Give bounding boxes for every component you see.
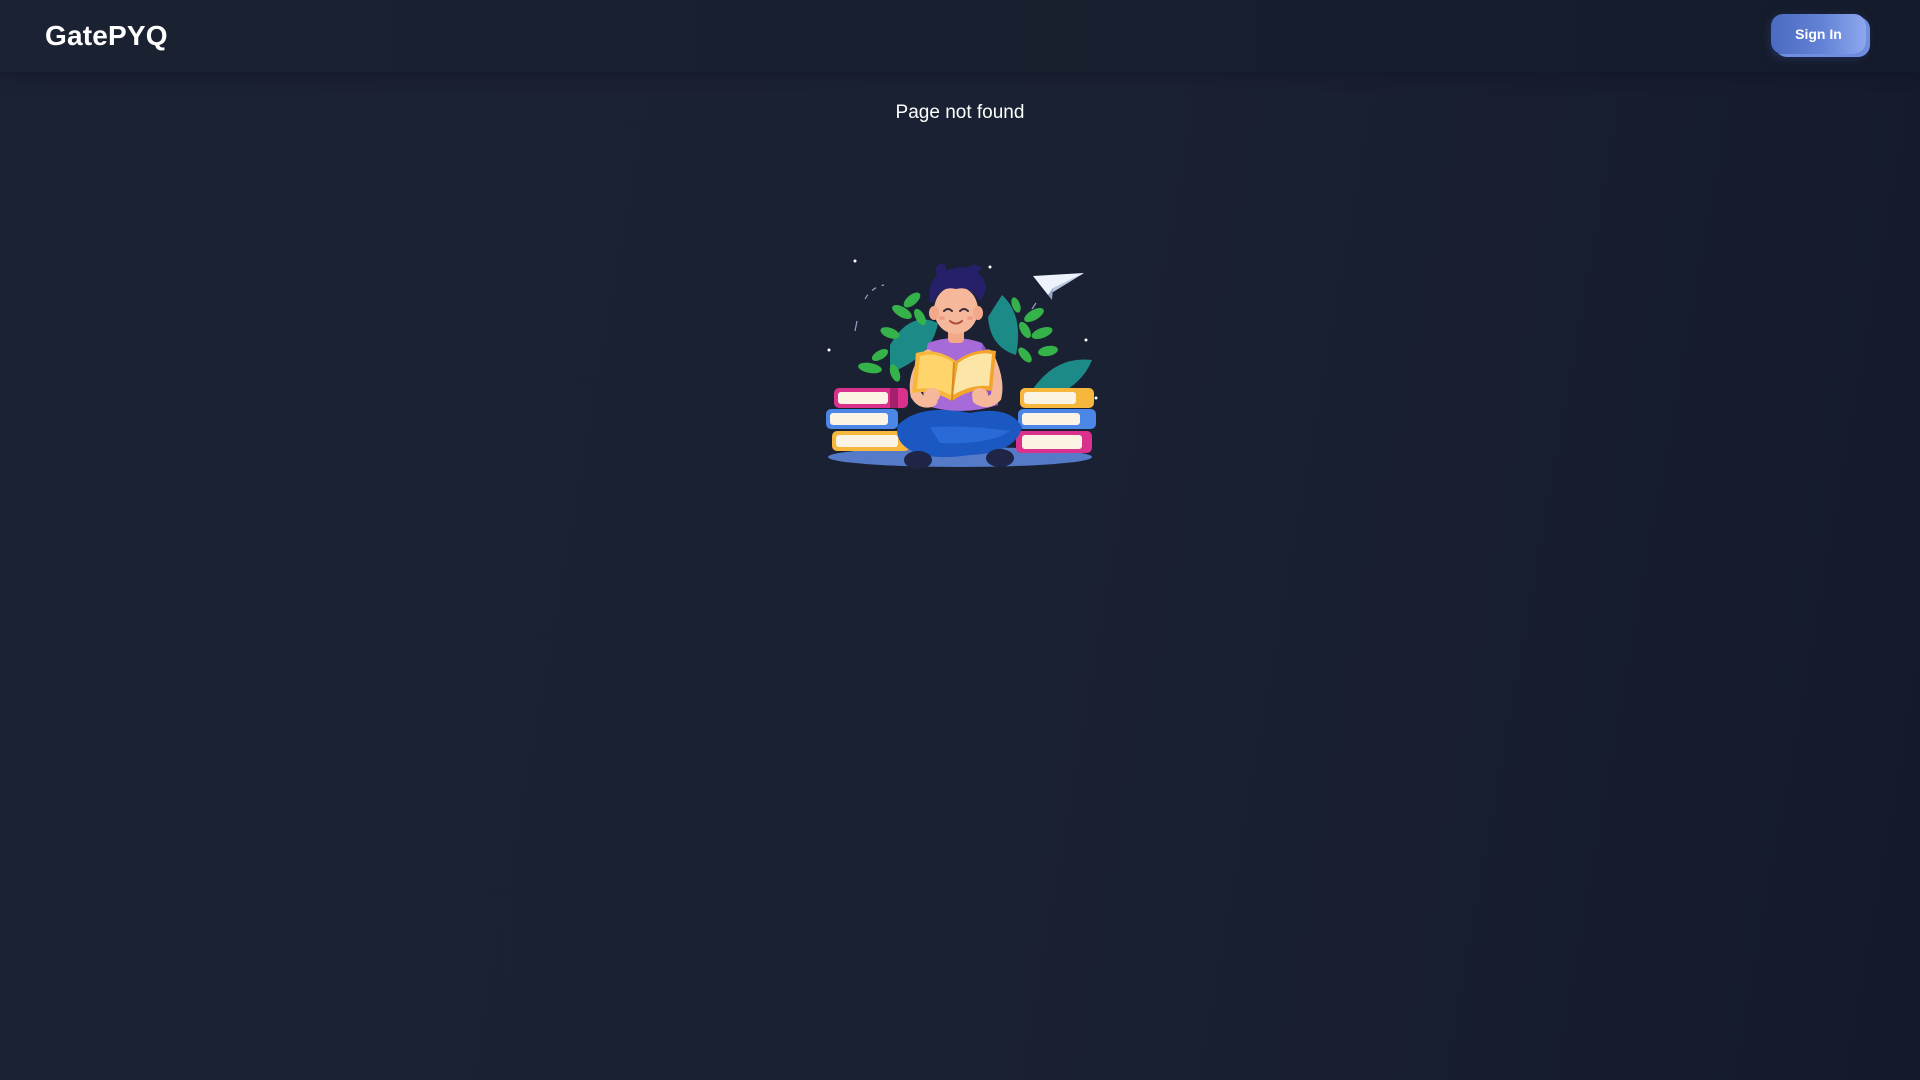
- reading-student-illustration-svg: [826, 259, 1098, 469]
- reading-student-illustration: [820, 255, 1100, 480]
- sign-in-button[interactable]: Sign In: [1771, 14, 1866, 54]
- page-not-found-message: Page not found: [895, 102, 1025, 123]
- brand-logo[interactable]: GatePYQ: [45, 19, 168, 53]
- top-navbar: GatePYQ Sign In: [0, 0, 1920, 72]
